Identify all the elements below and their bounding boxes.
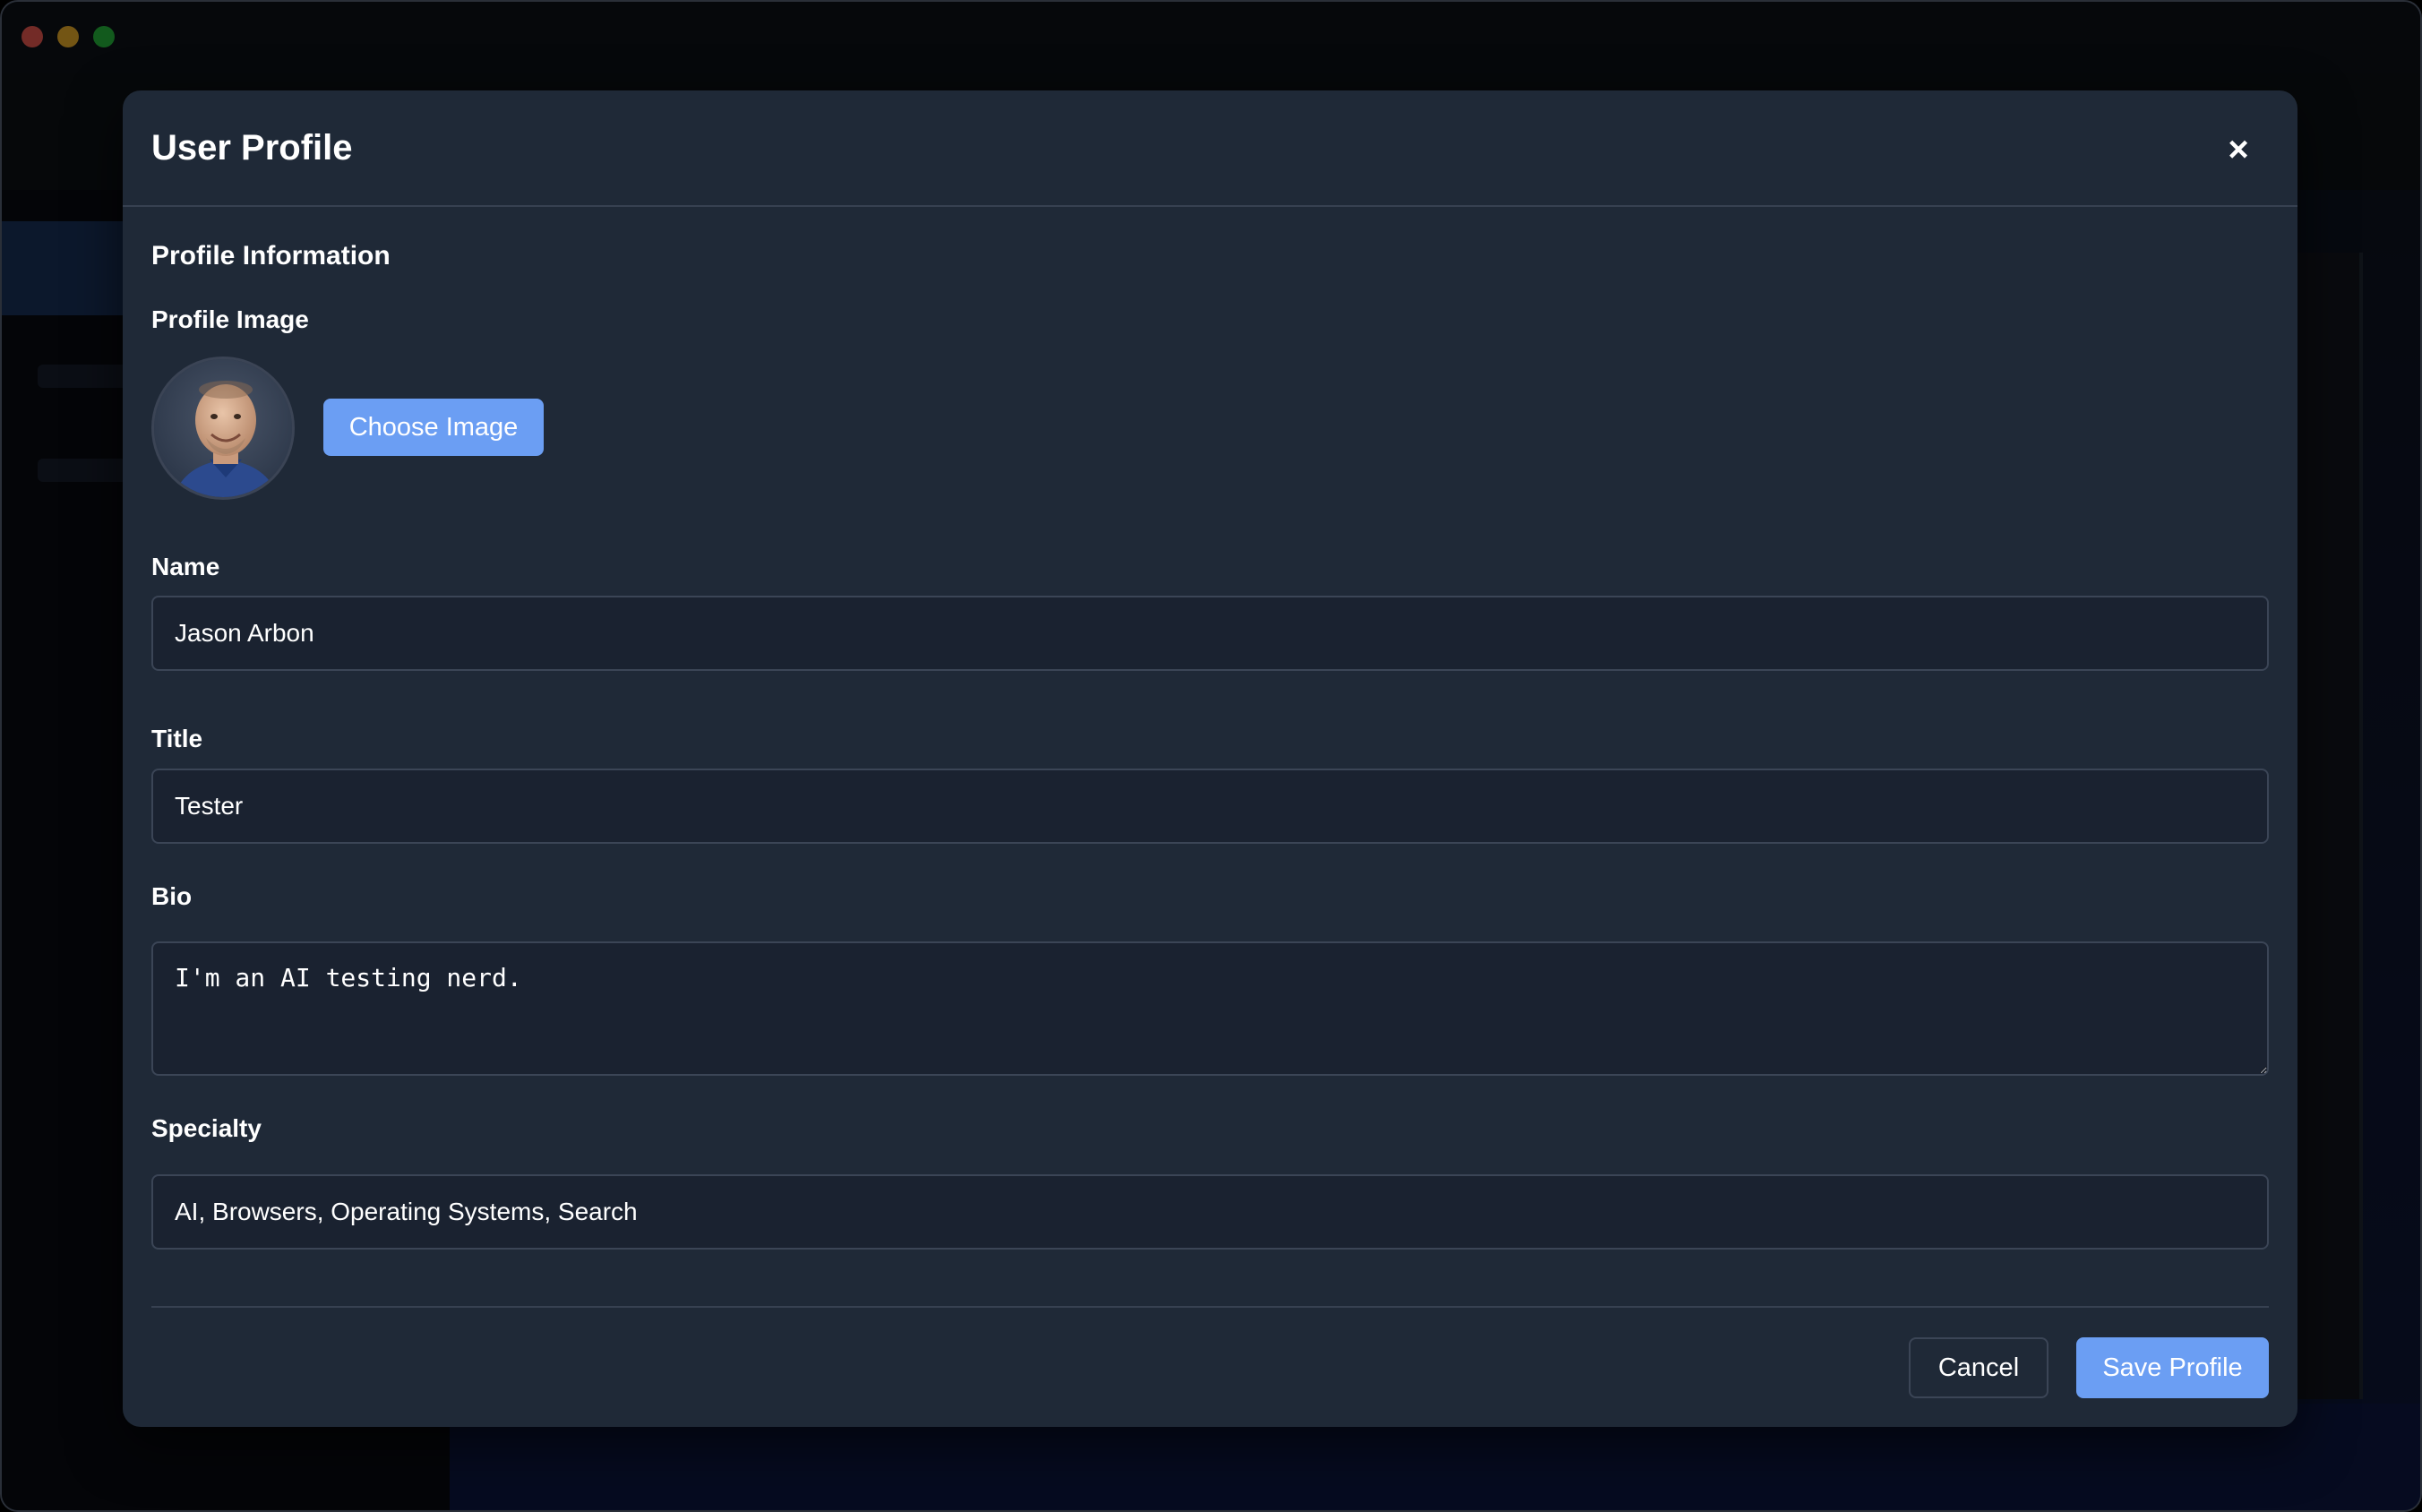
profile-avatar — [151, 357, 295, 500]
specialty-label: Specialty — [151, 1114, 262, 1142]
bio-textarea[interactable]: I'm an AI testing nerd. — [151, 941, 2269, 1076]
specialty-input[interactable] — [151, 1174, 2269, 1250]
footer-divider — [151, 1306, 2269, 1308]
save-profile-button[interactable]: Save Profile — [2076, 1337, 2269, 1398]
title-label: Title — [151, 725, 203, 752]
modal-title: User Profile — [151, 128, 353, 168]
title-input[interactable] — [151, 769, 2269, 844]
bio-label: Bio — [151, 882, 193, 910]
app-window: User Profile × Profile Information Profi… — [0, 0, 2422, 1512]
name-label: Name — [151, 553, 220, 580]
modal-header: User Profile × — [123, 90, 2297, 207]
profile-image-label: Profile Image — [151, 305, 309, 333]
avatar-portrait-image — [154, 359, 292, 497]
name-input[interactable] — [151, 596, 2269, 671]
close-icon[interactable]: × — [2219, 130, 2258, 169]
section-heading: Profile Information — [151, 241, 391, 271]
user-profile-modal: User Profile × Profile Information Profi… — [123, 90, 2297, 1427]
choose-image-button[interactable]: Choose Image — [323, 399, 544, 456]
cancel-button[interactable]: Cancel — [1909, 1337, 2048, 1398]
